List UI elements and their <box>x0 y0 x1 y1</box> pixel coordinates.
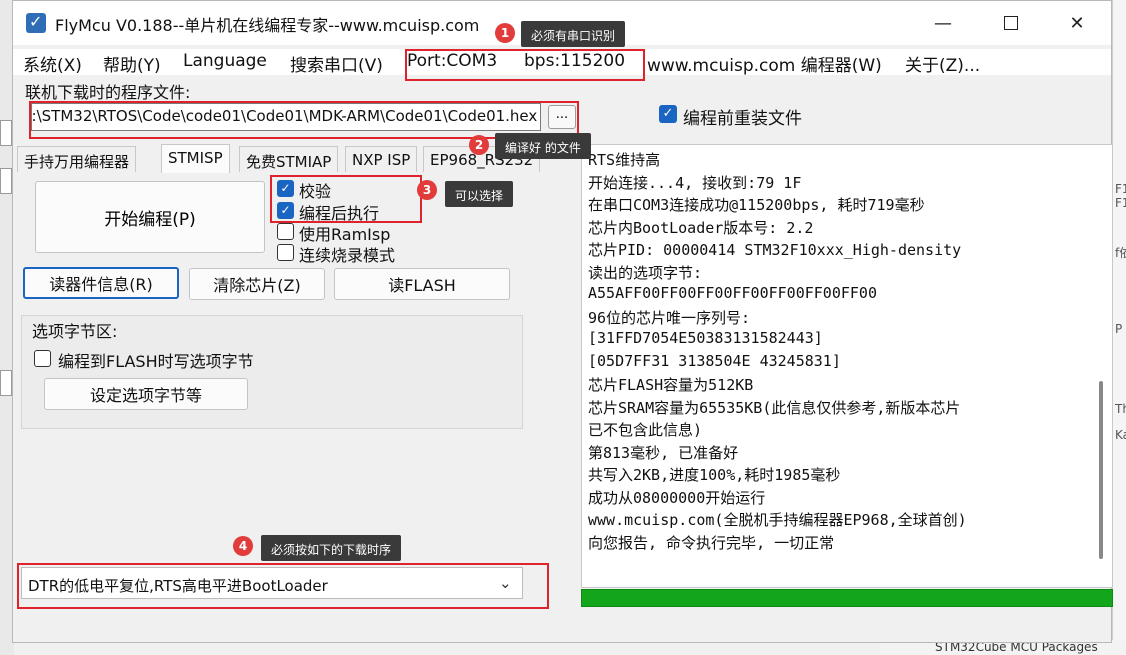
background-fragment: Th <box>1115 402 1126 416</box>
erase-chip-button[interactable]: 清除芯片(Z) <box>189 268 325 300</box>
annotation-marker: 3 <box>417 180 437 200</box>
window-title: FlyMcu V0.188--单片机在线编程专家--www.mcuisp.com <box>55 16 480 35</box>
background-right-edge: F10 F10 f依 P Th Ka <box>1112 0 1126 655</box>
log-line: 成功从08000000开始运行 <box>588 489 766 507</box>
flymcu-window: FlyMcu V0.188--单片机在线编程专家--www.mcuisp.com… <box>12 0 1113 643</box>
menu-language[interactable]: Language <box>183 51 267 71</box>
log-line: 芯片PID: 00000414 STM32F10xxx_High-density <box>588 241 962 259</box>
maximize-button[interactable] <box>989 9 1033 37</box>
log-scrollbar[interactable] <box>1099 381 1103 559</box>
app-icon <box>26 12 46 33</box>
annotation-box-options <box>270 175 422 223</box>
log-line: 已不包含此信息) <box>588 421 703 439</box>
annotation-box-boot-sequence <box>17 563 549 609</box>
annotation-note: 可以选择 <box>445 181 514 207</box>
log-line: A55AFF00FF00FF00FF00FF00FF00FF00 <box>588 284 877 302</box>
menu-search-port[interactable]: 搜索串口(V) <box>290 51 383 76</box>
background-fragment <box>0 370 12 396</box>
background-fragment: F10 <box>1115 182 1126 196</box>
continuous-burn-checkbox[interactable] <box>277 244 294 261</box>
log-output[interactable]: RTS维持高 开始连接...4, 接收到:79 1F 在串口COM3连接成功@1… <box>581 144 1113 588</box>
write-option-bytes-label: 编程到FLASH时写选项字节 <box>58 352 254 371</box>
write-option-bytes-checkbox[interactable] <box>34 350 51 367</box>
menu-help[interactable]: 帮助(Y) <box>103 51 161 76</box>
read-flash-button[interactable]: 读FLASH <box>334 268 510 300</box>
tab-stmisp[interactable]: STMISP <box>161 144 230 173</box>
background-fragment <box>0 120 12 146</box>
option-bytes-title: 选项字节区: <box>32 322 118 341</box>
log-line: RTS维持高 <box>588 151 661 169</box>
annotation-box-port <box>405 49 645 81</box>
annotation-note: 必须有串口识别 <box>521 21 626 47</box>
reload-file-checkbox[interactable]: ✓ <box>659 105 677 123</box>
menu-programmer[interactable]: www.mcuisp.com 编程器(W) <box>647 51 882 76</box>
close-button[interactable]: ✕ <box>1055 9 1099 37</box>
menu-about[interactable]: 关于(Z)... <box>905 51 980 76</box>
log-line: [05D7FF31 3138504E 43245831] <box>588 352 841 370</box>
background-fragment: F10 <box>1115 196 1126 210</box>
log-line: 96位的芯片唯一序列号: <box>588 309 751 327</box>
minimize-button[interactable]: — <box>921 9 965 37</box>
log-line: 第813毫秒, 已准备好 <box>588 444 739 462</box>
file-label: 联机下载时的程序文件: <box>25 83 191 102</box>
log-line: 向您报告, 命令执行完毕, 一切正常 <box>588 534 835 552</box>
log-line: 芯片SRAM容量为65535KB(此信息仅供参考,新版本芯片 <box>588 399 961 417</box>
annotation-marker: 1 <box>495 23 515 43</box>
log-line: 芯片内BootLoader版本号: 2.2 <box>588 219 814 237</box>
background-fragment: P <box>1115 322 1123 336</box>
maximize-icon <box>1004 16 1018 30</box>
start-programming-button[interactable]: 开始编程(P) <box>35 181 265 253</box>
log-line: 共写入2KB,进度100%,耗时1985毫秒 <box>588 466 841 484</box>
continuous-burn-label: 连续烧录模式 <box>299 246 396 265</box>
annotation-marker: 2 <box>469 135 489 155</box>
tab-stmiap[interactable]: 免费STMIAP <box>239 146 339 172</box>
reload-file-label: 编程前重装文件 <box>683 109 802 129</box>
background-fragment: f依 <box>1115 246 1126 260</box>
menu-system[interactable]: 系统(X) <box>23 51 82 76</box>
option-bytes-group: 选项字节区: 编程到FLASH时写选项字节 设定选项字节等 <box>21 315 523 429</box>
background-fragment: Ka <box>1115 428 1126 442</box>
annotation-note: 编译好 的文件 <box>495 133 591 159</box>
read-device-info-button[interactable]: 读器件信息(R) <box>23 267 179 299</box>
background-fragment <box>0 168 12 194</box>
set-option-bytes-button[interactable]: 设定选项字节等 <box>44 378 248 410</box>
use-ramisp-checkbox[interactable] <box>277 223 294 240</box>
log-line: www.mcuisp.com(全脱机手持编程器EP968,全球首创) <box>588 511 967 529</box>
log-line: [31FFD7054E50383131582443] <box>588 329 823 347</box>
log-line: 开始连接...4, 接收到:79 1F <box>588 174 802 192</box>
annotation-note: 必须按如下的下载时序 <box>261 535 402 561</box>
tab-handheld[interactable]: 手持万用编程器 <box>17 146 137 172</box>
tab-nxp-isp[interactable]: NXP ISP <box>345 146 418 172</box>
log-line: 读出的选项字节: <box>588 264 703 282</box>
log-line: 芯片FLASH容量为512KB <box>588 376 754 394</box>
log-line: 在串口COM3连接成功@115200bps, 耗时719毫秒 <box>588 196 925 214</box>
annotation-marker: 4 <box>233 536 253 556</box>
progress-bar <box>581 589 1113 607</box>
